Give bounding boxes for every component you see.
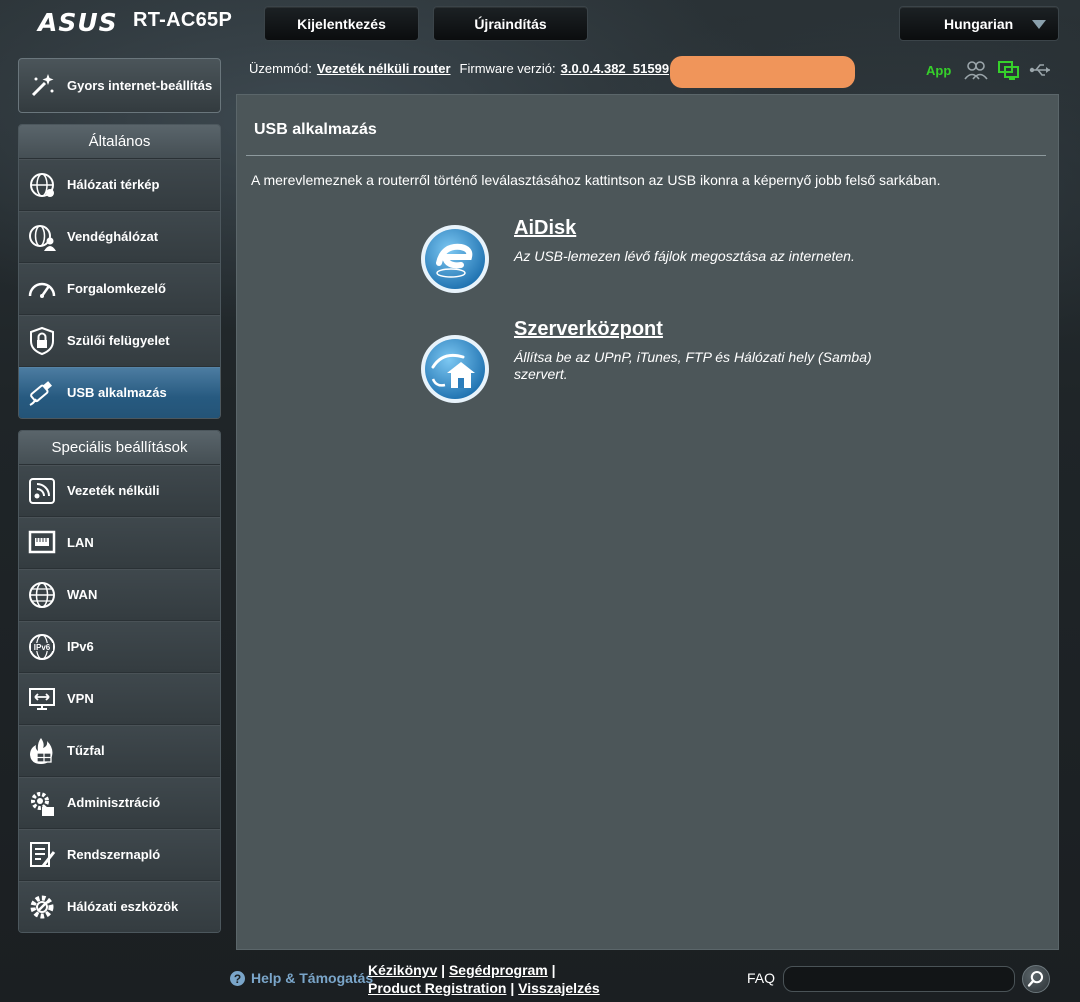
- server-center-description: Állítsa be az UPnP, iTunes, FTP és Hálóz…: [514, 349, 872, 382]
- product-registration-link[interactable]: Product Registration: [368, 980, 506, 996]
- sidebar-item-usb-application[interactable]: USB alkalmazás: [19, 366, 220, 418]
- chevron-down-icon: [1032, 20, 1046, 29]
- sidebar-item-ipv6[interactable]: IPv6 IPv6: [19, 620, 220, 672]
- language-select[interactable]: Hungarian: [899, 6, 1059, 41]
- sidebar-item-label: Szülői felügyelet: [67, 333, 170, 348]
- language-value: Hungarian: [944, 15, 1014, 32]
- wireless-icon: [29, 477, 55, 504]
- parental-lock-icon: [30, 326, 54, 355]
- aidisk-link[interactable]: AiDisk: [514, 217, 576, 240]
- magic-wand-icon: [31, 73, 54, 96]
- status-bar: Üzemmód: Vezeték nélküli router Firmware…: [249, 61, 669, 76]
- footer-links: Kézikönyv | Segédprogram | Product Regis…: [368, 962, 600, 996]
- sidebar-item-lan[interactable]: LAN: [19, 516, 220, 568]
- sidebar-item-system-log[interactable]: Rendszernapló: [19, 828, 220, 880]
- firmware-link[interactable]: 3.0.0.4.382_51599: [561, 61, 669, 76]
- sidebar-item-network-map[interactable]: Hálózati térkép: [19, 158, 220, 210]
- sidebar-item-label: Rendszernapló: [67, 847, 161, 862]
- admin-gear-icon: [31, 791, 54, 816]
- ipv6-icon: IPv6: [29, 633, 55, 660]
- sidebar-item-parental-control[interactable]: Szülői felügyelet: [19, 314, 220, 366]
- sidebar-item-network-tools[interactable]: Hálózati eszközök: [19, 880, 220, 932]
- guest-network-icon: [29, 224, 56, 251]
- search-icon[interactable]: [1022, 965, 1050, 993]
- clients-icon[interactable]: [964, 59, 988, 81]
- aidisk-icon[interactable]: [419, 223, 491, 295]
- quick-setup-button[interactable]: Gyors internet-beállítás: [18, 58, 221, 113]
- lan-icon: [28, 530, 56, 553]
- reboot-button[interactable]: Újraindítás: [433, 6, 588, 41]
- sidebar-item-label: LAN: [67, 535, 94, 550]
- sidebar-item-guest-network[interactable]: Vendéghálózat: [19, 210, 220, 262]
- sidebar-item-label: USB alkalmazás: [67, 385, 167, 400]
- general-header: Általános: [19, 125, 220, 158]
- sidebar-item-label: Vezeték nélküli: [67, 483, 160, 498]
- sidebar-item-label: Adminisztráció: [67, 795, 161, 810]
- svg-text:IPv6: IPv6: [34, 643, 51, 652]
- server-center-icon[interactable]: [419, 333, 491, 405]
- system-log-icon: [30, 841, 56, 867]
- app-link[interactable]: App: [926, 63, 951, 78]
- redaction-mark: [670, 56, 855, 88]
- advanced-header: Speciális beállítások: [19, 431, 220, 464]
- logout-button[interactable]: Kijelentkezés: [264, 6, 419, 41]
- router-model: RT-AC65P: [133, 9, 233, 31]
- sidebar-item-traffic-manager[interactable]: Forgalomkezelő: [19, 262, 220, 314]
- sidebar-item-label: IPv6: [67, 639, 94, 654]
- firewall-icon: [30, 737, 53, 764]
- page-title: USB alkalmazás: [254, 121, 377, 138]
- mode-label: Üzemmód:: [249, 61, 312, 76]
- page-description: A merevlemeznek a routerről történő levá…: [251, 172, 941, 188]
- sidebar-item-vpn[interactable]: VPN: [19, 672, 220, 724]
- main-panel: [236, 94, 1059, 950]
- gauge-icon: [28, 282, 56, 298]
- mode-link[interactable]: Vezeték nélküli router: [317, 61, 451, 76]
- firmware-label: Firmware verzió:: [459, 61, 556, 76]
- vpn-icon: [29, 687, 55, 710]
- globe-network-icon: [30, 172, 54, 197]
- usb-icon: [29, 380, 52, 406]
- general-menu: Általános Hálózati térkép Vendéghálózat …: [18, 124, 221, 419]
- network-status-icon[interactable]: [997, 59, 1021, 81]
- sidebar-item-administration[interactable]: Adminisztráció: [19, 776, 220, 828]
- utility-link[interactable]: Segédprogram: [449, 962, 548, 978]
- usb-status-icon[interactable]: [1028, 59, 1052, 81]
- wan-globe-icon: [29, 581, 55, 608]
- sidebar-item-wireless[interactable]: Vezeték nélküli: [19, 464, 220, 516]
- sidebar-item-label: VPN: [67, 691, 94, 706]
- advanced-menu: Speciális beállítások Vezeték nélküli LA…: [18, 430, 221, 933]
- network-tools-icon: [30, 895, 54, 918]
- sidebar-item-label: Vendéghálózat: [67, 229, 159, 244]
- asus-logo: ASUS: [38, 8, 118, 37]
- server-center-link[interactable]: Szerverközpont: [514, 318, 663, 341]
- sidebar-item-label: Hálózati térkép: [67, 177, 160, 192]
- sidebar-item-label: WAN: [67, 587, 98, 602]
- quick-setup-label: Gyors internet-beállítás: [67, 78, 213, 93]
- sidebar-item-wan[interactable]: WAN: [19, 568, 220, 620]
- manual-link[interactable]: Kézikönyv: [368, 962, 437, 978]
- feedback-link[interactable]: Visszajelzés: [518, 980, 599, 996]
- sidebar-item-label: Tűzfal: [67, 743, 105, 758]
- title-divider: [246, 155, 1046, 156]
- faq-label: FAQ: [747, 970, 776, 986]
- sidebar-item-label: Forgalomkezelő: [67, 281, 166, 296]
- help-support-label: Help & Támogatás: [251, 970, 374, 986]
- faq-search-input[interactable]: [783, 966, 1015, 992]
- sidebar-item-label: Hálózati eszközök: [67, 899, 179, 914]
- sidebar-item-firewall[interactable]: Tűzfal: [19, 724, 220, 776]
- help-icon: ?: [230, 971, 245, 986]
- aidisk-description: Az USB-lemezen lévő fájlok megosztása az…: [514, 248, 855, 264]
